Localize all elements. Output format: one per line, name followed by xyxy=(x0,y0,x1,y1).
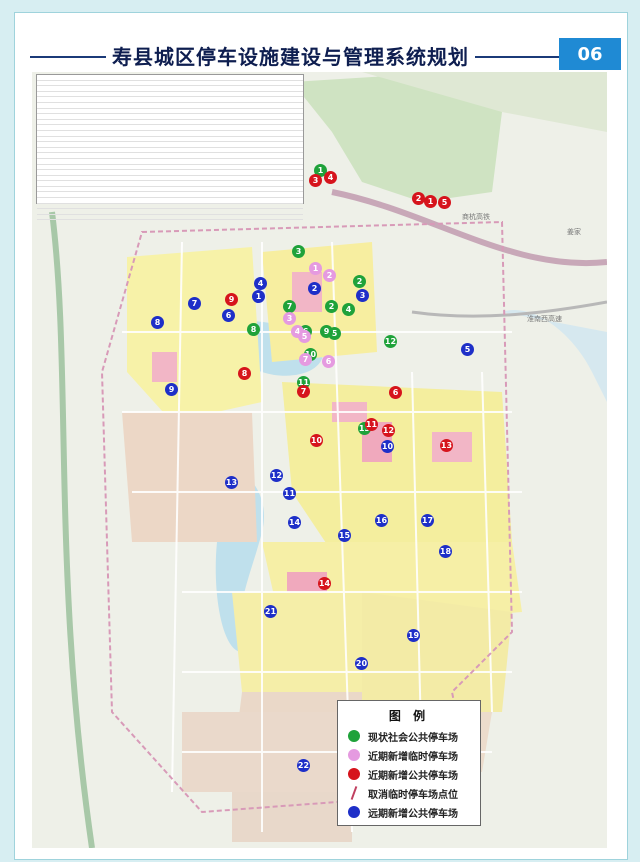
blue-parking-marker[interactable]: 8 xyxy=(151,316,164,329)
blue-parking-marker[interactable]: 4 xyxy=(254,277,267,290)
red-dot-icon xyxy=(348,768,360,780)
green-dot-icon xyxy=(348,730,360,742)
blue-parking-marker[interactable]: 19 xyxy=(407,629,420,642)
blue-parking-marker[interactable]: 14 xyxy=(288,516,301,529)
map-legend: 图 例 现状社会公共停车场 近期新增临时停车场 近期新增公共停车场 取消临时停车… xyxy=(337,700,481,826)
blue-parking-marker[interactable]: 15 xyxy=(338,529,351,542)
road-label-huainan: 淮南西高速 xyxy=(527,315,562,323)
legend-label: 近期新增临时停车场 xyxy=(368,751,458,763)
legend-label: 取消临时停车场点位 xyxy=(368,789,458,801)
pink-parking-marker[interactable]: 6 xyxy=(322,355,335,368)
blue-dot-icon xyxy=(348,806,360,818)
red-parking-marker[interactable]: 11 xyxy=(365,418,378,431)
red-parking-marker[interactable]: 3 xyxy=(309,174,322,187)
blue-parking-marker[interactable]: 22 xyxy=(297,759,310,772)
blue-parking-marker[interactable]: 7 xyxy=(188,297,201,310)
legend-title: 图 例 xyxy=(388,709,430,723)
pink-parking-marker[interactable]: 2 xyxy=(323,269,336,282)
legend-item-cancelled: 取消临时停车场点位 xyxy=(348,784,458,802)
legend-label: 远期新增公共停车场 xyxy=(368,808,458,820)
pink-parking-marker[interactable]: 5 xyxy=(298,330,311,343)
red-parking-marker[interactable]: 1 xyxy=(424,195,437,208)
red-parking-marker[interactable]: 9 xyxy=(225,293,238,306)
blue-parking-marker[interactable]: 10 xyxy=(381,440,394,453)
pink-parking-marker[interactable]: 7 xyxy=(299,353,312,366)
red-parking-marker[interactable]: 7 xyxy=(297,385,310,398)
parking-table xyxy=(36,74,304,221)
blue-parking-marker[interactable]: 3 xyxy=(356,289,369,302)
red-parking-marker[interactable]: 13 xyxy=(440,439,453,452)
blue-parking-marker[interactable]: 11 xyxy=(283,487,296,500)
legend-item-near-term: 近期新增公共停车场 xyxy=(348,765,458,783)
blue-parking-marker[interactable]: 1 xyxy=(252,290,265,303)
green-parking-marker[interactable]: 9 xyxy=(320,325,333,338)
blue-parking-marker[interactable]: 6 xyxy=(222,309,235,322)
pink-parking-marker[interactable]: 1 xyxy=(309,262,322,275)
red-parking-marker[interactable]: 5 xyxy=(438,196,451,209)
green-parking-marker[interactable]: 8 xyxy=(247,323,260,336)
green-parking-marker[interactable]: 3 xyxy=(292,245,305,258)
blue-parking-marker[interactable]: 16 xyxy=(375,514,388,527)
title-bar: 寿县城区停车设施建设与管理系统规划 xyxy=(20,38,576,70)
blue-parking-marker[interactable]: 13 xyxy=(225,476,238,489)
blue-parking-marker[interactable]: 17 xyxy=(421,514,434,527)
red-parking-marker[interactable]: 8 xyxy=(238,367,251,380)
road-label-jiangjia: 姜家 xyxy=(567,228,581,236)
legend-item-long-term: 远期新增公共停车场 xyxy=(348,803,458,821)
pink-parking-marker[interactable]: 3 xyxy=(283,312,296,325)
page-title: 寿县城区停车设施建设与管理系统规划 xyxy=(106,41,475,70)
blue-parking-marker[interactable]: 5 xyxy=(461,343,474,356)
blue-parking-marker[interactable]: 12 xyxy=(270,469,283,482)
green-parking-marker[interactable]: 12 xyxy=(384,335,397,348)
page-number-badge: 06 xyxy=(559,38,621,70)
legend-item-temporary: 近期新增临时停车场 xyxy=(348,746,458,764)
blue-parking-marker[interactable]: 9 xyxy=(165,383,178,396)
legend-label: 近期新增公共停车场 xyxy=(368,770,458,782)
red-parking-marker[interactable]: 6 xyxy=(389,386,402,399)
pink-dot-icon xyxy=(348,749,360,761)
red-parking-marker[interactable]: 14 xyxy=(318,577,331,590)
blue-parking-marker[interactable]: 20 xyxy=(355,657,368,670)
red-parking-marker[interactable]: 10 xyxy=(310,434,323,447)
green-parking-marker[interactable]: 2 xyxy=(353,275,366,288)
red-parking-marker[interactable]: 12 xyxy=(382,424,395,437)
slash-icon xyxy=(348,786,360,800)
red-parking-marker[interactable]: 2 xyxy=(412,192,425,205)
blue-parking-marker[interactable]: 21 xyxy=(264,605,277,618)
green-parking-marker[interactable]: 2 xyxy=(325,300,338,313)
road-label-shanghang: 商杭高铁 xyxy=(462,213,490,221)
red-parking-marker[interactable]: 4 xyxy=(324,171,337,184)
blue-parking-marker[interactable]: 18 xyxy=(439,545,452,558)
legend-label: 现状社会公共停车场 xyxy=(368,732,458,744)
legend-item-existing: 现状社会公共停车场 xyxy=(348,727,458,745)
green-parking-marker[interactable]: 4 xyxy=(342,303,355,316)
blue-parking-marker[interactable]: 2 xyxy=(308,282,321,295)
